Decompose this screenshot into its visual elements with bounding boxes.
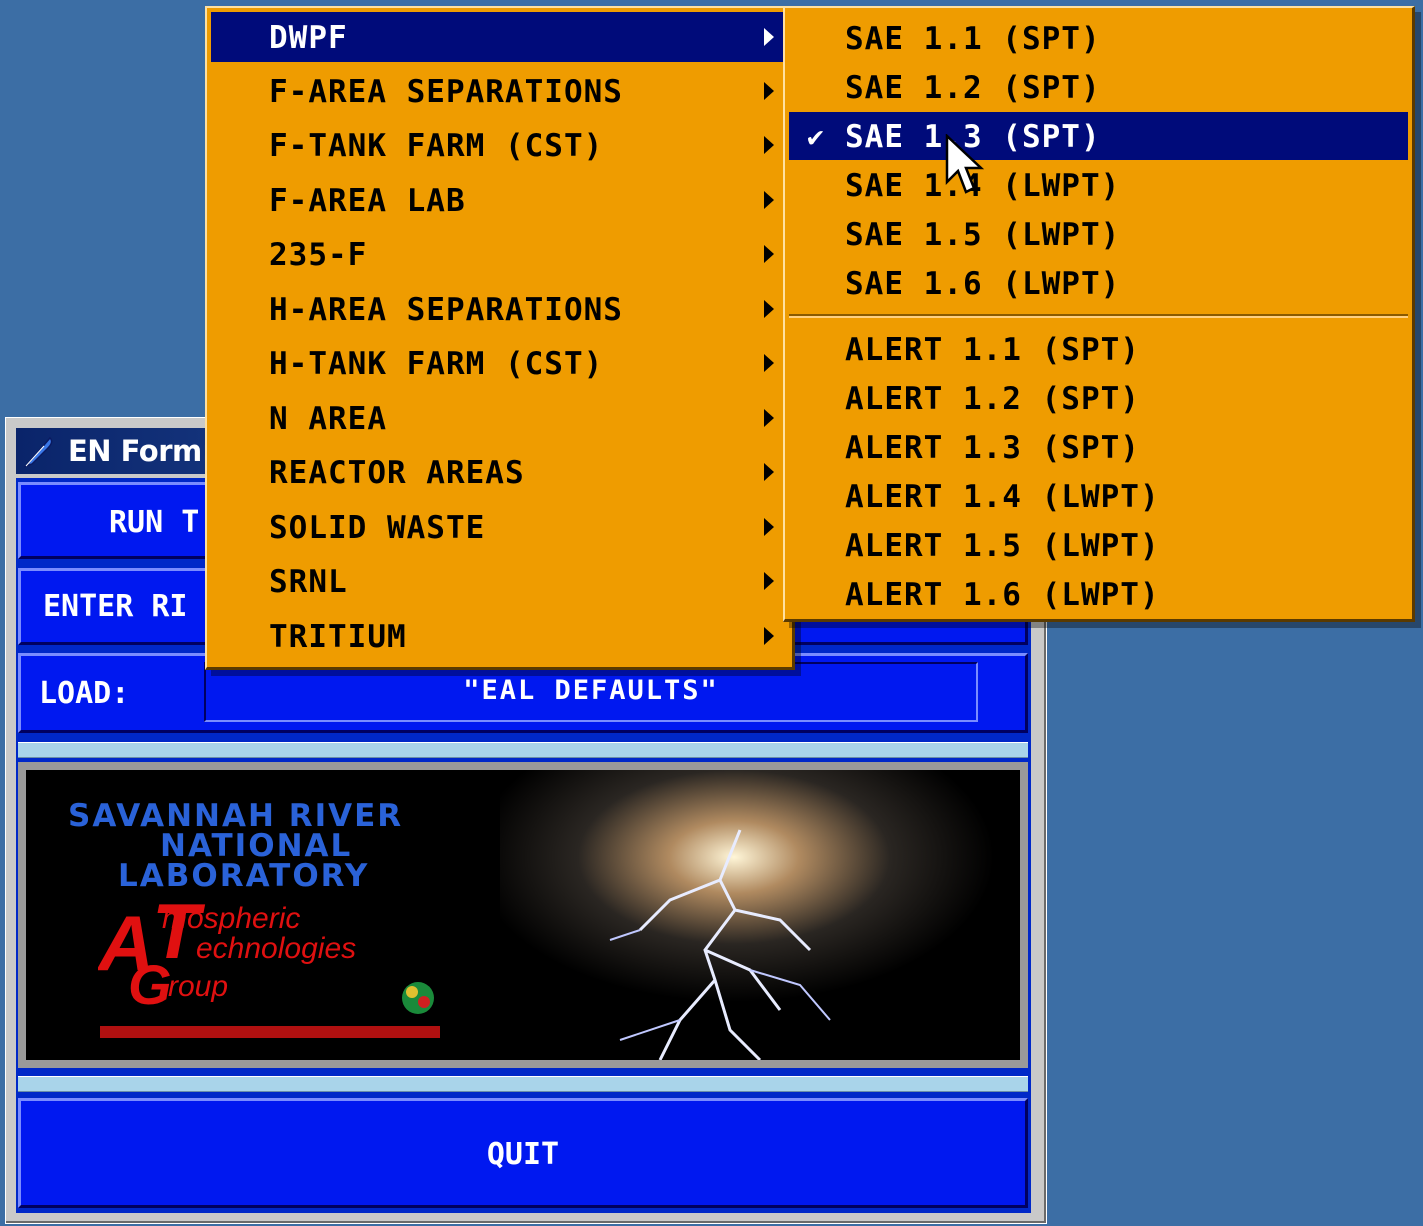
submenu-item-label: SAE 1.2 (SPT) — [845, 70, 1101, 106]
menu-item-f-area-separations[interactable]: F-AREA SEPARATIONS — [211, 66, 788, 116]
atg-wordmark: A mospheric T echnologies G roup — [98, 898, 440, 1038]
menu-item-235-f[interactable]: 235-F — [211, 229, 788, 279]
menu-item-label: SOLID WASTE — [269, 510, 486, 546]
checkmark-icon: ✔ — [807, 120, 824, 153]
menu-item-h-area-separations[interactable]: H-AREA SEPARATIONS — [211, 284, 788, 334]
svg-text:roup: roup — [168, 970, 228, 1003]
menu-item-label: TRITIUM — [269, 619, 407, 655]
menu-item-n-area[interactable]: N AREA — [211, 393, 788, 443]
submenu-item-label: SAE 1.6 (LWPT) — [845, 266, 1121, 302]
submenu-arrow-icon — [764, 518, 774, 536]
enter-button-label: ENTER RI — [43, 589, 188, 624]
submenu-item-sae-1-1[interactable]: SAE 1.1 (SPT) — [789, 14, 1408, 62]
submenu-item-sae-1-3[interactable]: ✔ SAE 1.3 (SPT) — [789, 112, 1408, 160]
submenu-item-alert-1-6[interactable]: ALERT 1.6 (LWPT) — [789, 570, 1408, 618]
menu-item-f-area-lab[interactable]: F-AREA LAB — [211, 175, 788, 225]
menu-item-reactor-areas[interactable]: REACTOR AREAS — [211, 447, 788, 497]
svg-text:echnologies: echnologies — [196, 932, 356, 965]
submenu-arrow-icon — [764, 572, 774, 590]
divider — [18, 1076, 1028, 1092]
submenu-item-label: ALERT 1.3 (SPT) — [845, 430, 1140, 466]
submenu-arrow-icon — [764, 82, 774, 100]
window-title: EN Form: — [68, 434, 213, 468]
submenu-item-label: ALERT 1.2 (SPT) — [845, 381, 1140, 417]
facility-menu: DWPF F-AREA SEPARATIONS F-TANK FARM (CST… — [205, 6, 795, 670]
submenu-arrow-icon — [764, 28, 774, 46]
submenu-item-label: SAE 1.1 (SPT) — [845, 21, 1101, 57]
logo-line-3: LABORATORY — [118, 858, 370, 894]
menu-item-label: REACTOR AREAS — [269, 455, 525, 491]
divider — [18, 742, 1028, 758]
menu-item-label: SRNL — [269, 564, 348, 600]
menu-item-h-tank-farm[interactable]: H-TANK FARM (CST) — [211, 338, 788, 388]
quit-button[interactable]: QUIT — [18, 1098, 1028, 1208]
load-selector[interactable]: "EAL DEFAULTS" — [204, 662, 978, 722]
submenu-arrow-icon — [764, 136, 774, 154]
menu-item-dwpf[interactable]: DWPF — [211, 12, 788, 62]
menu-item-label: F-AREA SEPARATIONS — [269, 74, 623, 110]
menu-item-label: N AREA — [269, 401, 387, 437]
logo-frame: SAVANNAH RIVER NATIONAL LABORATORY A mos… — [18, 762, 1028, 1068]
submenu-arrow-icon — [764, 300, 774, 318]
load-label: LOAD: — [39, 676, 130, 711]
menu-item-f-tank-farm[interactable]: F-TANK FARM (CST) — [211, 120, 788, 170]
menu-item-label: DWPF — [269, 20, 348, 56]
submenu-item-alert-1-4[interactable]: ALERT 1.4 (LWPT) — [789, 472, 1408, 520]
srnl-logo: SAVANNAH RIVER NATIONAL LABORATORY A mos… — [26, 770, 1020, 1060]
submenu-item-label: SAE 1.5 (LWPT) — [845, 217, 1121, 253]
submenu-item-alert-1-5[interactable]: ALERT 1.5 (LWPT) — [789, 521, 1408, 569]
submenu-item-label: ALERT 1.5 (LWPT) — [845, 528, 1160, 564]
submenu-item-sae-1-4[interactable]: SAE 1.4 (LWPT) — [789, 161, 1408, 209]
submenu-item-alert-1-2[interactable]: ALERT 1.2 (SPT) — [789, 374, 1408, 422]
submenu-item-sae-1-6[interactable]: SAE 1.6 (LWPT) — [789, 259, 1408, 307]
menu-item-tritium[interactable]: TRITIUM — [211, 611, 788, 661]
submenu-item-label: ALERT 1.1 (SPT) — [845, 332, 1140, 368]
submenu-arrow-icon — [764, 354, 774, 372]
submenu-arrow-icon — [764, 245, 774, 263]
submenu-item-alert-1-1[interactable]: ALERT 1.1 (SPT) — [789, 325, 1408, 373]
submenu-arrow-icon — [764, 409, 774, 427]
svg-text:G: G — [128, 953, 172, 1016]
submenu-item-label: ALERT 1.4 (LWPT) — [845, 479, 1160, 515]
submenu-item-sae-1-2[interactable]: SAE 1.2 (SPT) — [789, 63, 1408, 111]
dwpf-submenu: SAE 1.1 (SPT) SAE 1.2 (SPT) ✔ SAE 1.3 (SP… — [783, 6, 1415, 622]
quit-button-label: QUIT — [486, 1137, 560, 1172]
menu-item-solid-waste[interactable]: SOLID WASTE — [211, 502, 788, 552]
menu-item-label: H-TANK FARM (CST) — [269, 346, 604, 382]
menu-item-label: F-TANK FARM (CST) — [269, 128, 604, 164]
submenu-arrow-icon — [764, 627, 774, 645]
menu-separator — [789, 314, 1408, 318]
submenu-item-label: ALERT 1.6 (LWPT) — [845, 577, 1160, 613]
submenu-arrow-icon — [764, 463, 774, 481]
mouse-pointer-icon — [945, 134, 985, 194]
menu-item-label: H-AREA SEPARATIONS — [269, 292, 623, 328]
submenu-item-alert-1-3[interactable]: ALERT 1.3 (SPT) — [789, 423, 1408, 471]
run-button-label: RUN T — [109, 505, 200, 540]
feather-icon — [23, 436, 53, 468]
submenu-arrow-icon — [764, 191, 774, 209]
submenu-item-sae-1-5[interactable]: SAE 1.5 (LWPT) — [789, 210, 1408, 258]
lightning-image — [500, 770, 1020, 1060]
menu-item-srnl[interactable]: SRNL — [211, 556, 788, 606]
menu-item-label: 235-F — [269, 237, 368, 273]
menu-item-label: F-AREA LAB — [269, 183, 466, 219]
